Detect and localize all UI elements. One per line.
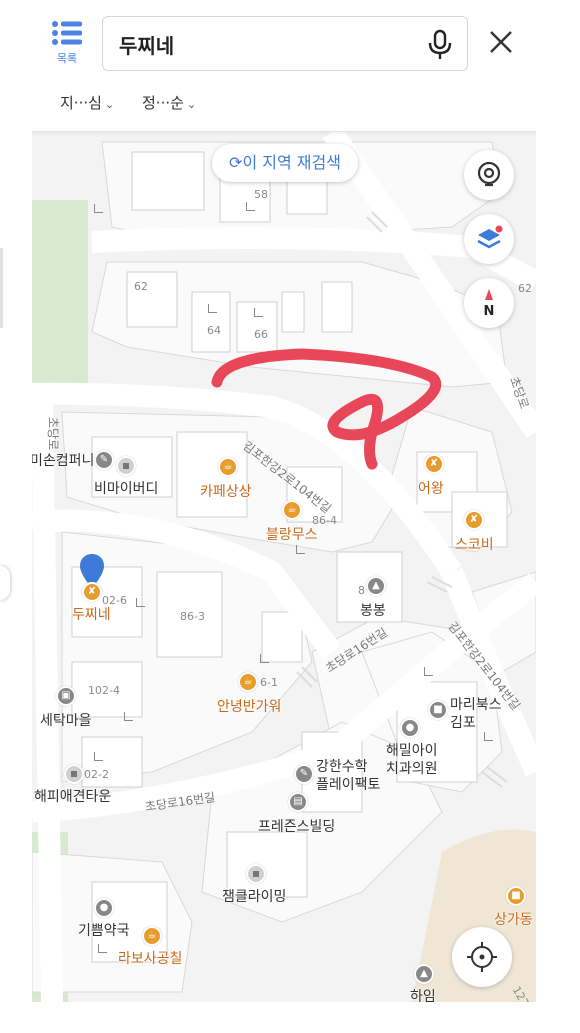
layers-button[interactable]: [464, 214, 514, 264]
place-label-hayim[interactable]: 하임: [410, 986, 436, 1002]
entrance-icon: [254, 308, 263, 317]
search-box[interactable]: [102, 16, 468, 71]
place-dot-icon[interactable]: [246, 864, 266, 884]
sort-filter-label: 정···순: [142, 94, 184, 112]
side-panel-handle[interactable]: [0, 566, 10, 600]
side-edge-decoration: [0, 248, 3, 328]
place-dot-icon[interactable]: [64, 764, 84, 784]
bottom-strip: [32, 1002, 536, 1033]
entrance-icon: [246, 202, 255, 211]
restaurant-icon[interactable]: ✘: [82, 582, 102, 602]
map-app-screen: 목록 지···심⌄ 정···순⌄: [32, 0, 536, 1033]
restaurant-icon[interactable]: ✘: [464, 510, 484, 530]
place-label-annyeong[interactable]: 안녕반가워: [217, 696, 281, 716]
locate-icon: [467, 942, 497, 972]
entrance-icon: [94, 204, 103, 213]
place-label-presence[interactable]: 프레즌스빌딩: [258, 816, 335, 836]
place-label-kanghan-1[interactable]: 강한수학: [316, 756, 368, 776]
layers-icon: [477, 225, 503, 249]
place-label-labosa[interactable]: 라보사공칠: [118, 948, 182, 968]
clothing-icon[interactable]: ▲: [366, 576, 386, 596]
clothing-icon[interactable]: ▲: [414, 964, 434, 984]
list-icon: [52, 21, 82, 45]
locate-button[interactable]: [452, 927, 512, 987]
place-label-scobi[interactable]: 스코비: [455, 534, 494, 554]
place-label-marybooks[interactable]: 마리북스: [450, 694, 502, 714]
close-icon[interactable]: [487, 28, 515, 56]
restaurant-icon[interactable]: ✘: [424, 454, 444, 474]
entrance-icon: [208, 304, 217, 313]
entrance-icon: [424, 667, 433, 676]
place-label-dental-1[interactable]: 해밀아이: [386, 740, 438, 760]
compass-button[interactable]: N: [464, 278, 514, 328]
place-label-happy-pet[interactable]: 해피애견타운: [34, 786, 111, 806]
cafe-icon[interactable]: ☕: [238, 672, 258, 692]
academy-icon[interactable]: ✎: [294, 764, 314, 784]
place-label-blangmus[interactable]: 블랑무스: [266, 524, 318, 544]
building-number: 66: [254, 328, 268, 341]
building-number: 58: [254, 188, 268, 201]
cafe-icon[interactable]: ☕: [142, 926, 162, 946]
place-label-bemybuddy[interactable]: 비마이버디: [94, 478, 158, 498]
place-label-jamcle[interactable]: 잼클라이밍: [222, 886, 286, 906]
entrance-icon: [136, 598, 145, 607]
list-label: 목록: [56, 52, 78, 65]
building-number: 6-1: [260, 676, 278, 689]
building-icon[interactable]: ▤: [288, 792, 308, 812]
place-label-dental-2[interactable]: 치과의원: [386, 758, 438, 778]
shop-icon[interactable]: ■: [506, 886, 526, 906]
cctv-icon: [477, 161, 501, 187]
road-label: 초당로: [46, 417, 60, 451]
place-label-laundry[interactable]: 세탁마을: [40, 710, 92, 730]
building-number: 62: [134, 280, 148, 293]
entrance-icon: [94, 752, 103, 761]
refresh-icon: ⟳: [229, 153, 243, 172]
cctv-button[interactable]: [464, 150, 514, 200]
place-label-cafe-sangsang[interactable]: 카페상상: [200, 481, 252, 501]
map-view[interactable]: ⟳이 지역 재검색 N 58 62 64 66 86-4 86-3 02-6 1…: [32, 132, 536, 1002]
place-label-kanghan-2[interactable]: 플레이팩토: [316, 774, 380, 794]
building-number: 8: [358, 584, 365, 597]
entrance-icon: [296, 545, 305, 554]
cafe-icon[interactable]: ☕: [218, 457, 238, 477]
place-label-company[interactable]: 미손컴퍼니: [32, 450, 94, 470]
place-label-gimpo[interactable]: 김포: [450, 712, 476, 732]
distance-filter[interactable]: 지···심 ⌄: [60, 92, 114, 113]
building-number: 02-2: [84, 768, 109, 781]
entrance-icon: [260, 654, 269, 663]
entrance-icon: [484, 732, 493, 741]
book-icon[interactable]: ■: [428, 700, 448, 720]
entrance-icon: [124, 712, 133, 721]
place-label-pharmacy[interactable]: 기쁨약국: [78, 920, 130, 940]
sort-filter[interactable]: 정···순 ⌄: [142, 92, 196, 113]
cafe-icon[interactable]: ☕: [282, 500, 302, 520]
place-label-sanggadong[interactable]: 상가동: [494, 909, 533, 929]
list-button[interactable]: 목록: [46, 20, 88, 72]
distance-filter-label: 지···심: [60, 94, 102, 112]
research-area-button[interactable]: ⟳이 지역 재검색: [212, 144, 358, 182]
building-number: 62: [518, 282, 532, 295]
laundry-icon[interactable]: ▣: [56, 686, 76, 706]
chevron-down-icon: ⌄: [104, 98, 115, 111]
office-icon[interactable]: ✎: [94, 450, 114, 470]
building-number: 64: [207, 324, 221, 337]
place-label-eowang[interactable]: 어왕: [418, 478, 444, 498]
entrance-icon: [98, 944, 107, 953]
mic-icon[interactable]: [427, 29, 453, 61]
building-number: 86-3: [180, 610, 205, 623]
map-base: [32, 132, 536, 1002]
research-area-label: 이 지역 재검색: [242, 153, 341, 172]
chevron-down-icon: ⌄: [186, 98, 197, 111]
search-input[interactable]: [119, 29, 409, 59]
building-number: 102-4: [88, 684, 120, 697]
place-label-bongbong[interactable]: 봉봉: [360, 600, 386, 620]
place-label-dujjine[interactable]: 두찌네: [72, 604, 111, 624]
place-dot-icon[interactable]: [116, 456, 136, 476]
compass-letter: N: [484, 304, 495, 319]
compass-icon: N: [484, 289, 495, 319]
dental-icon[interactable]: ●: [400, 718, 420, 738]
pharmacy-icon[interactable]: ●: [94, 898, 114, 918]
search-header: 목록 지···심⌄ 정···순⌄: [32, 0, 536, 132]
